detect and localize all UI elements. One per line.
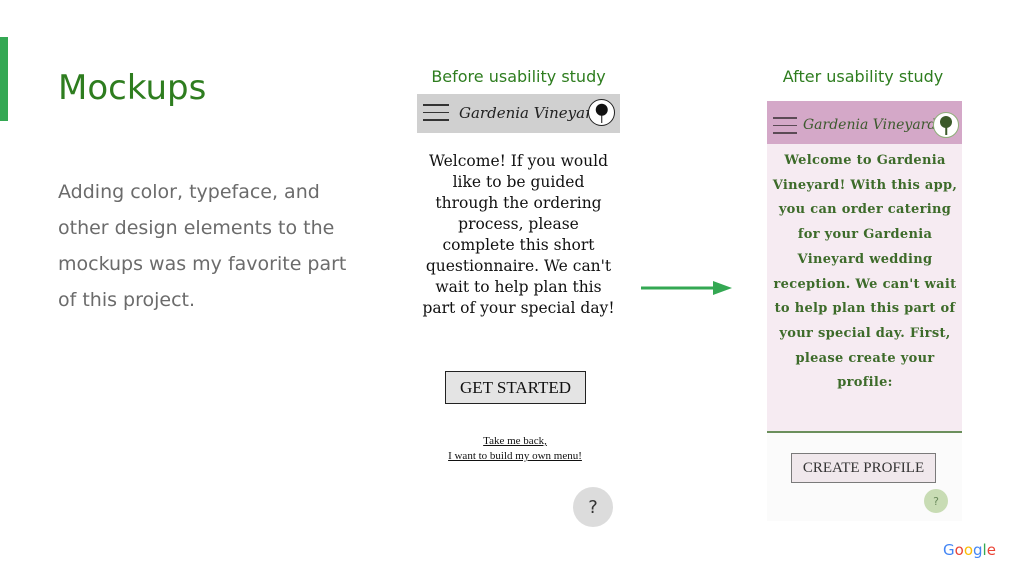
logo-letter: g [973,541,983,559]
logo-letter: o [963,541,973,559]
brand-name: Gardenia Vineyard [459,104,602,122]
arrow-right-icon [641,281,732,295]
tree-logo-icon [933,112,959,138]
tree-logo-icon [588,99,615,126]
menu-icon[interactable] [773,117,797,140]
create-profile-button[interactable]: CREATE PROFILE [791,453,936,483]
logo-letter: G [943,541,955,559]
link-line-2: I want to build my own menu! [448,450,582,462]
build-own-menu-link[interactable]: Take me back, I want to build my own men… [430,434,600,464]
help-button[interactable]: ? [924,489,948,513]
accent-bar [0,37,8,121]
after-app-header: Gardenia Vineyard [767,101,962,144]
body-text: Adding color, typeface, and other design… [58,181,347,311]
before-welcome-text: Welcome! If you would like to be guided … [422,152,615,317]
before-caption: Before usability study [431,67,606,86]
help-button[interactable]: ? [573,487,613,527]
page-title: Mockups [58,68,207,108]
logo-letter: e [986,541,996,559]
brand-name: Gardenia Vineyard [803,117,937,133]
menu-icon[interactable] [423,104,449,127]
get-started-button[interactable]: GET STARTED [445,371,586,404]
link-line-1: Take me back, [483,435,547,447]
logo-letter: o [954,541,964,559]
after-caption: After usability study [782,67,944,86]
google-logo: Google [943,541,996,559]
before-app-header: Gardenia Vineyard [417,94,620,133]
after-welcome-text: Welcome to Gardenia Vineyard! With this … [772,153,958,391]
